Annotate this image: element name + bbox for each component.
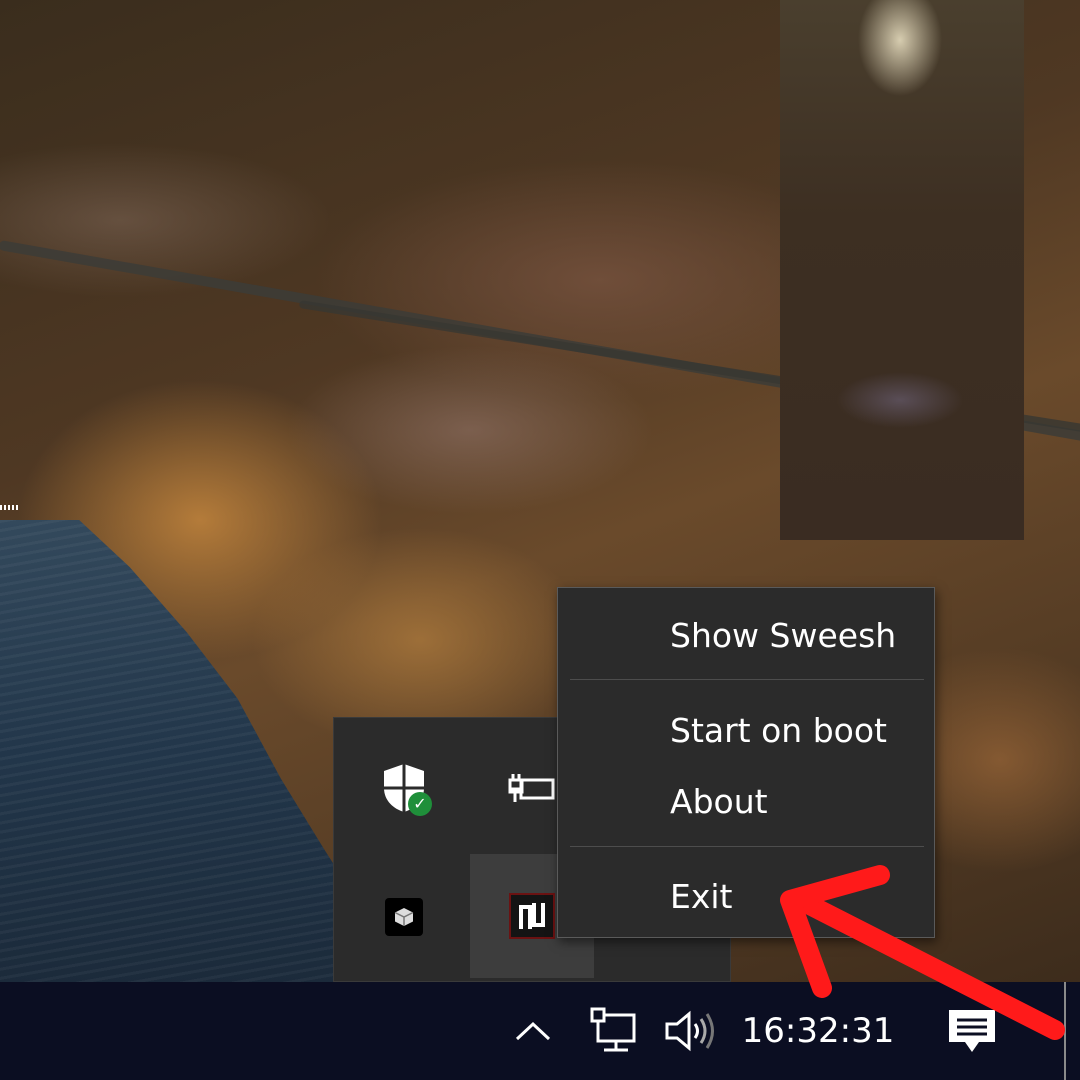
show-hidden-icons-button[interactable] — [505, 982, 561, 1080]
check-badge-icon: ✓ — [408, 792, 432, 816]
tray-item-app[interactable] — [342, 855, 466, 979]
network-icon — [590, 1007, 636, 1052]
volume-icon — [665, 1010, 714, 1052]
app-cube-icon — [385, 898, 423, 936]
show-desktop-button[interactable] — [1064, 982, 1066, 1080]
wallpaper-sea — [0, 520, 360, 982]
action-center-button[interactable] — [936, 982, 1008, 1080]
menu-separator — [570, 846, 924, 847]
volume-button[interactable] — [656, 982, 722, 1080]
taskbar: 16:32:31 — [0, 982, 1080, 1080]
menu-item-about[interactable]: About — [670, 782, 768, 821]
menu-item-show-sweesh[interactable]: Show Sweesh — [670, 616, 896, 655]
menu-separator — [570, 679, 924, 680]
windows-security-icon: ✓ — [380, 762, 432, 816]
tray-item-security[interactable]: ✓ — [342, 726, 466, 850]
taskbar-clock[interactable]: 16:32:31 — [738, 982, 898, 1080]
chevron-up-icon — [515, 1021, 551, 1041]
notification-icon — [949, 1010, 995, 1052]
sweesh-app-icon — [509, 893, 555, 939]
blurred-window — [780, 0, 1024, 540]
menu-item-exit[interactable]: Exit — [670, 877, 733, 916]
tray-context-menu: Show Sweesh Start on boot About Exit — [557, 587, 935, 938]
network-button[interactable] — [578, 982, 646, 1080]
wallpaper-detail — [0, 505, 20, 510]
menu-item-start-on-boot[interactable]: Start on boot — [670, 711, 887, 750]
power-plug-icon — [508, 774, 555, 802]
